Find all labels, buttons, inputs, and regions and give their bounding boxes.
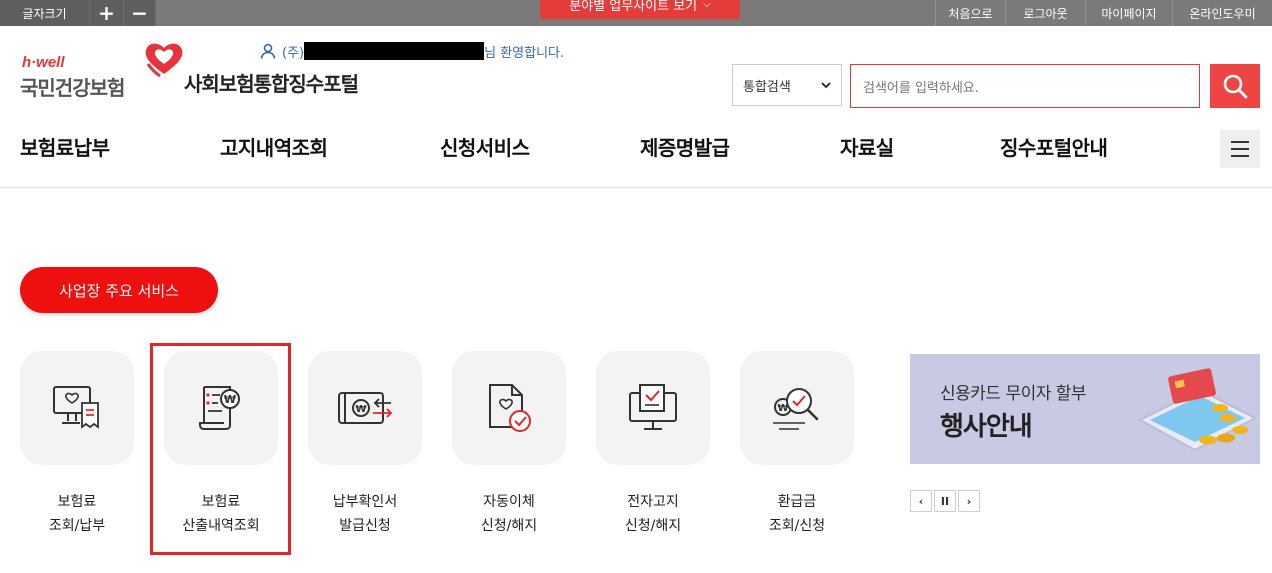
search-input[interactable]: 검색어를 입력하세요. (850, 64, 1200, 108)
won-magnifier-check-icon: ₩ (773, 388, 819, 430)
font-size-control: 글자크기 + − (0, 0, 156, 26)
redacted-company-name (304, 42, 485, 60)
search-button[interactable] (1210, 64, 1260, 108)
nhis-logo[interactable]: h·well 국민건강보험 (20, 40, 190, 100)
service-label: 납부확인서 발급신청 (295, 490, 435, 538)
search-scope-select[interactable]: 통합검색 (732, 64, 842, 106)
service-label-line: 자동이체 (483, 494, 535, 510)
search-placeholder: 검색어를 입력하세요. (863, 80, 979, 96)
gnb-item-library[interactable]: 자료실 (840, 132, 894, 161)
portal-title: 사회보험통합징수포털 (184, 72, 359, 96)
font-increase-button[interactable]: + (90, 0, 124, 26)
service-auto-transfer[interactable] (452, 351, 566, 465)
hamburger-icon-line (1231, 155, 1249, 157)
svg-text:₩: ₩ (355, 404, 366, 415)
banner-controls: ‹ II › (910, 490, 980, 512)
service-label-line: 납부확인서 (332, 494, 398, 510)
banner-next-button[interactable]: › (958, 490, 980, 512)
document-check-icon (489, 384, 531, 432)
gnb-item-certificates[interactable]: 제증명발급 (640, 132, 730, 161)
banner-subtitle: 신용카드 무이자 할부 (940, 384, 1087, 404)
mypage-link[interactable]: 마이페이지 (1085, 0, 1172, 26)
hamburger-icon-line (1231, 141, 1249, 143)
service-label: 보험료 조회/납부 (7, 490, 147, 538)
user-icon (260, 43, 276, 59)
service-label: 전자고지 신청/해지 (583, 490, 723, 538)
won-card-arrows-icon: ₩ (338, 392, 393, 424)
chevron-down-icon: ⌵ (703, 0, 711, 10)
service-label-line: 신청/해지 (480, 518, 538, 534)
service-label-line: 보험료 (57, 494, 97, 510)
home-link[interactable]: 처음으로 (935, 0, 1005, 26)
selection-highlight-box (150, 343, 291, 555)
font-decrease-button[interactable]: − (124, 0, 156, 26)
logo-name: 국민건강보험 (20, 76, 125, 100)
banner-pause-button[interactable]: II (934, 490, 956, 512)
welcome-prefix: (주) (282, 45, 305, 61)
utility-links: 처음으로 로그아웃 마이페이지 온라인도우미 (935, 0, 1272, 26)
phone-card-coins-illustration (1137, 368, 1258, 452)
heart-logo-icon (145, 43, 183, 78)
service-label: 환급금 조회/신청 (727, 490, 867, 538)
welcome-suffix: 님 환영합니다. (484, 45, 565, 61)
logo-tagline: h·well (22, 54, 65, 71)
service-premium-payment[interactable] (20, 351, 134, 465)
service-e-notice[interactable] (596, 351, 710, 465)
service-label-line: 발급신청 (339, 518, 391, 534)
gnb-item-application[interactable]: 신청서비스 (440, 132, 530, 161)
site-menu-label: 분야별 업무사이트 보기 (569, 0, 698, 14)
global-navigation: 보험료납부 고지내역조회 신청서비스 제증명발급 자료실 징수포털안내 (0, 128, 1272, 188)
search-icon (1223, 74, 1248, 99)
hamburger-icon-line (1231, 148, 1249, 150)
service-label-line: 신청/해지 (624, 518, 682, 534)
logout-link[interactable]: 로그아웃 (1005, 0, 1085, 26)
banner-title: 행사안내 (940, 412, 1033, 442)
all-menu-button[interactable] (1220, 130, 1260, 168)
top-utility-bar: 글자크기 + − 분야별 업무사이트 보기 ⌵ 처음으로 로그아웃 마이페이지 … (0, 0, 1272, 26)
online-help-link[interactable]: 온라인도우미 (1172, 0, 1272, 26)
service-label-line: 조회/납부 (48, 518, 106, 534)
promo-banner[interactable]: 신용카드 무이자 할부 행사안내 (910, 354, 1260, 464)
gnb-item-notice-history[interactable]: 고지내역조회 (220, 132, 328, 161)
service-payment-certificate[interactable]: ₩ (308, 351, 422, 465)
search-scope-value: 통합검색 (743, 79, 791, 95)
service-label-line: 환급금 (777, 494, 817, 510)
welcome-message: (주) 님 환영합니다. (260, 42, 565, 61)
service-label-line: 전자고지 (627, 494, 679, 510)
computer-check-icon (629, 384, 677, 430)
banner-prev-button[interactable]: ‹ (910, 490, 932, 512)
service-label: 자동이체 신청/해지 (439, 490, 579, 538)
chevron-down-icon (821, 82, 831, 89)
service-label-line: 조회/신청 (768, 518, 826, 534)
gnb-item-payment[interactable]: 보험료납부 (20, 132, 110, 161)
site-menu-button[interactable]: 분야별 업무사이트 보기 ⌵ (540, 0, 740, 19)
monitor-receipt-icon (53, 386, 99, 429)
font-size-label: 글자크기 (0, 0, 90, 26)
gnb-item-portal-guide[interactable]: 징수포털안내 (1000, 132, 1108, 161)
business-services-button[interactable]: 사업장 주요 서비스 (20, 267, 218, 313)
service-refund[interactable]: ₩ (740, 351, 854, 465)
